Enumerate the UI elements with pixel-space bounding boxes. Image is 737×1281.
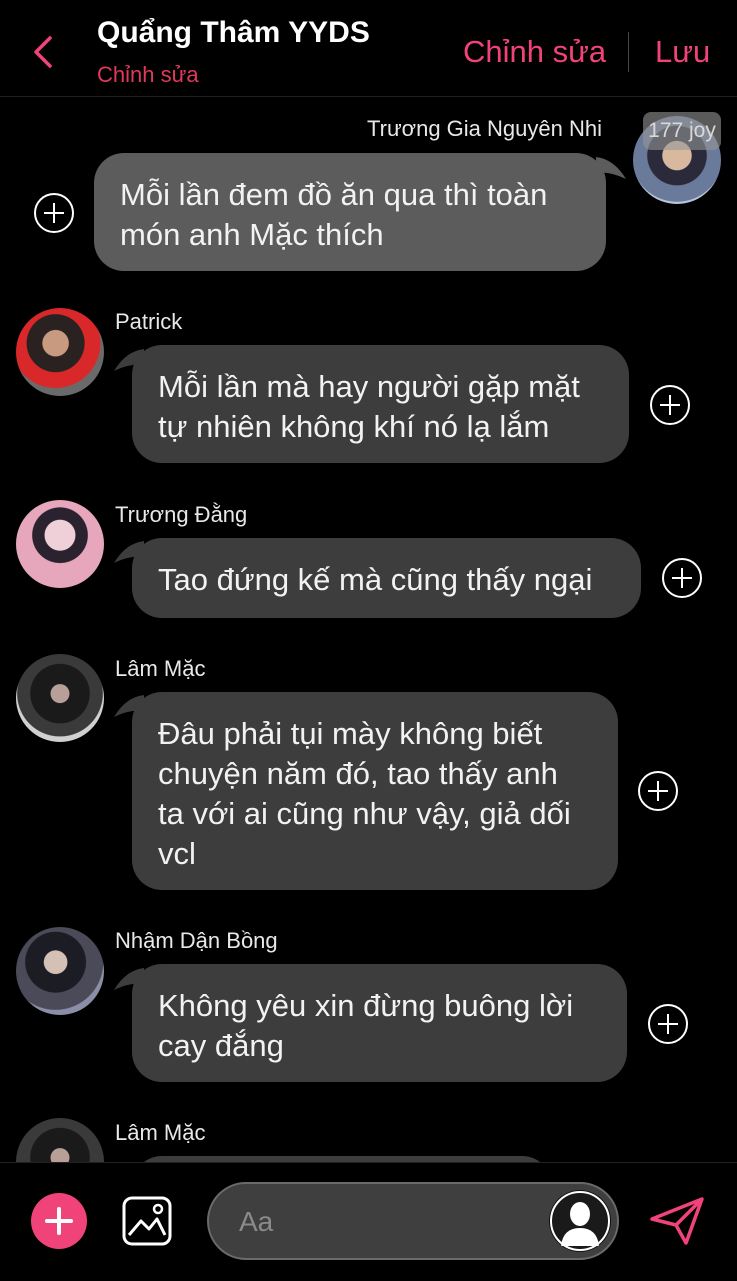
message-text: Đâu phải tụi mày không biết chuyện năm đ… [158, 716, 571, 871]
message-bubble[interactable]: Mỗi lần mà hay người gặp mặt tự nhiên kh… [132, 345, 629, 463]
plus-icon [45, 1207, 73, 1235]
chat-title: Quẩng Thâm YYDS [97, 16, 370, 49]
avatar[interactable] [16, 500, 104, 588]
message-text: Mỗi lần mà hay người gặp mặt tự nhiên kh… [158, 369, 580, 444]
send-icon[interactable] [648, 1195, 706, 1247]
add-reaction-icon[interactable] [649, 384, 691, 426]
message-text: Tao đứng kế mà cũng thấy ngại [158, 562, 593, 597]
add-reaction-icon[interactable] [33, 192, 75, 234]
sender-name: Lâm Mặc [115, 1120, 206, 1145]
avatar[interactable] [16, 654, 104, 742]
bubble-tail [596, 157, 626, 179]
add-reaction-icon[interactable] [661, 557, 703, 599]
sender-name: Trương Đằng [115, 502, 248, 527]
badge: 177 joy [643, 112, 721, 150]
message-text: Mỗi lần đem đồ ăn qua thì toàn món anh M… [120, 177, 548, 252]
composer-bar: Aa [0, 1162, 737, 1281]
chat-subtitle[interactable]: Chỉnh sửa [97, 62, 199, 88]
person-icon[interactable] [549, 1190, 611, 1252]
person-silhouette-icon [550, 1191, 610, 1251]
add-button[interactable] [31, 1193, 87, 1249]
add-reaction-icon[interactable] [637, 770, 679, 812]
message-bubble[interactable]: Mỗi lần đem đồ ăn qua thì toàn món anh M… [94, 153, 606, 271]
sender-name: Nhậm Dận Bồng [115, 928, 278, 953]
save-button[interactable]: Lưu [655, 34, 710, 70]
sender-name: Trương Gia Nguyên Nhi [367, 116, 602, 141]
avatar[interactable] [16, 927, 104, 1015]
sender-name: Patrick [115, 309, 183, 334]
add-reaction-icon[interactable] [647, 1003, 689, 1045]
edit-button[interactable]: Chỉnh sửa [463, 34, 606, 70]
message-bubble[interactable]: Không yêu xin đừng buông lời cay đắng [132, 964, 627, 1082]
message-input[interactable]: Aa [207, 1182, 619, 1260]
message-bubble[interactable]: Tao đứng kế mà cũng thấy ngại [132, 538, 641, 618]
message-bubble[interactable]: Đâu phải tụi mày không biết chuyện năm đ… [132, 692, 618, 890]
sender-name: Lâm Mặc [115, 656, 206, 681]
header-divider [628, 32, 629, 72]
image-icon[interactable] [121, 1195, 173, 1247]
avatar[interactable] [16, 308, 104, 396]
back-chevron-icon[interactable] [28, 34, 58, 70]
message-text: Không yêu xin đừng buông lời cay đắng [158, 988, 574, 1063]
header: Quẩng Thâm YYDS Chỉnh sửa Chỉnh sửa Lưu [0, 0, 737, 97]
input-placeholder: Aa [239, 1206, 274, 1237]
